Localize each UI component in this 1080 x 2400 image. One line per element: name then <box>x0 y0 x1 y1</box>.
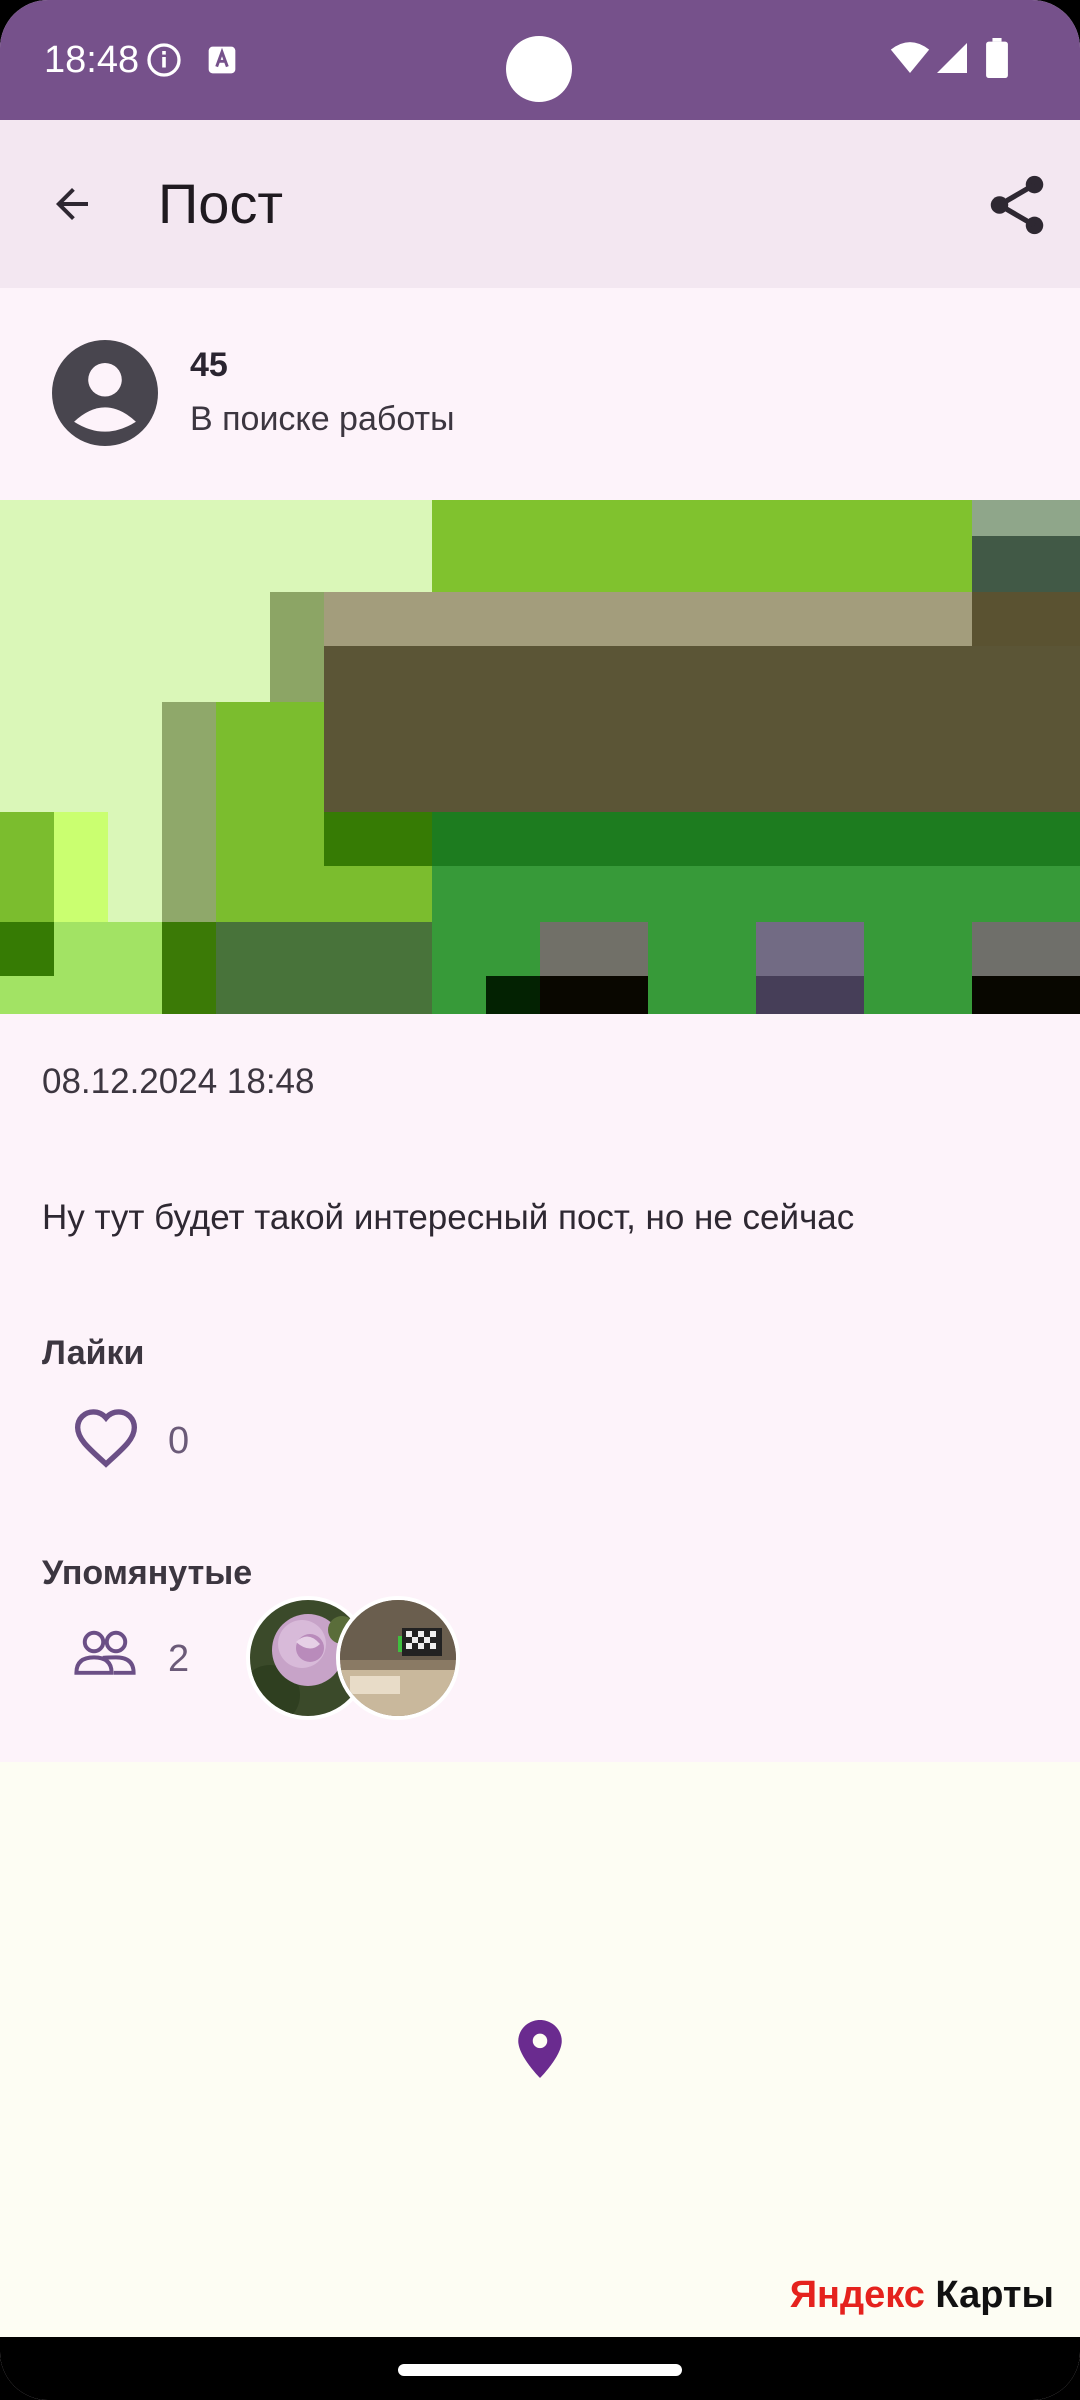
arrow-back-icon <box>56 188 88 220</box>
like-count: 0 <box>168 1420 190 1462</box>
like-button[interactable] <box>68 1402 144 1478</box>
battery-icon <box>986 38 1008 78</box>
status-time: 18:48 <box>44 39 140 81</box>
screen: 18:48 Пост 45 В поиске работы 08.12.2024… <box>0 0 1080 2400</box>
share-button[interactable] <box>980 168 1054 242</box>
likes-title: Лайки <box>42 1334 145 1372</box>
home-gesture-handle[interactable] <box>398 2364 682 2376</box>
author-header[interactable]: 45 В поиске работы <box>0 288 1080 500</box>
location-pin-icon[interactable] <box>518 2020 562 2078</box>
wifi-icon <box>890 42 930 73</box>
mentioned-user-avatar[interactable] <box>336 1596 460 1720</box>
post-date: 08.12.2024 18:48 <box>42 1062 315 1101</box>
a-icon <box>208 46 236 74</box>
post-text: Ну тут будет такой интересный пост, но н… <box>42 1198 855 1237</box>
people-icon[interactable] <box>72 1628 138 1678</box>
yandex-maps-logo[interactable]: Яндекс Карты <box>790 2274 1054 2317</box>
info-icon <box>147 43 181 77</box>
app-bar: Пост <box>0 120 1080 288</box>
back-button[interactable] <box>40 172 104 236</box>
mention-count: 2 <box>168 1638 190 1680</box>
mentions-title: Упомянутые <box>42 1554 253 1592</box>
status-bar: 18:48 <box>0 0 1080 120</box>
room-photo <box>340 1600 456 1716</box>
logo-ya: Яндекс <box>789 2274 925 2316</box>
author-status: В поиске работы <box>190 400 455 438</box>
map-view[interactable]: Яндекс Карты <box>0 1762 1080 2337</box>
camera-cutout <box>506 36 572 102</box>
signal-icon <box>937 43 967 73</box>
share-icon <box>990 175 1044 235</box>
author-name: 45 <box>190 346 228 384</box>
logo-rest: Карты <box>924 2274 1054 2316</box>
heart-icon <box>74 1409 138 1468</box>
post-image[interactable] <box>0 500 1080 1014</box>
page-title: Пост <box>158 172 284 235</box>
avatar <box>52 340 158 446</box>
